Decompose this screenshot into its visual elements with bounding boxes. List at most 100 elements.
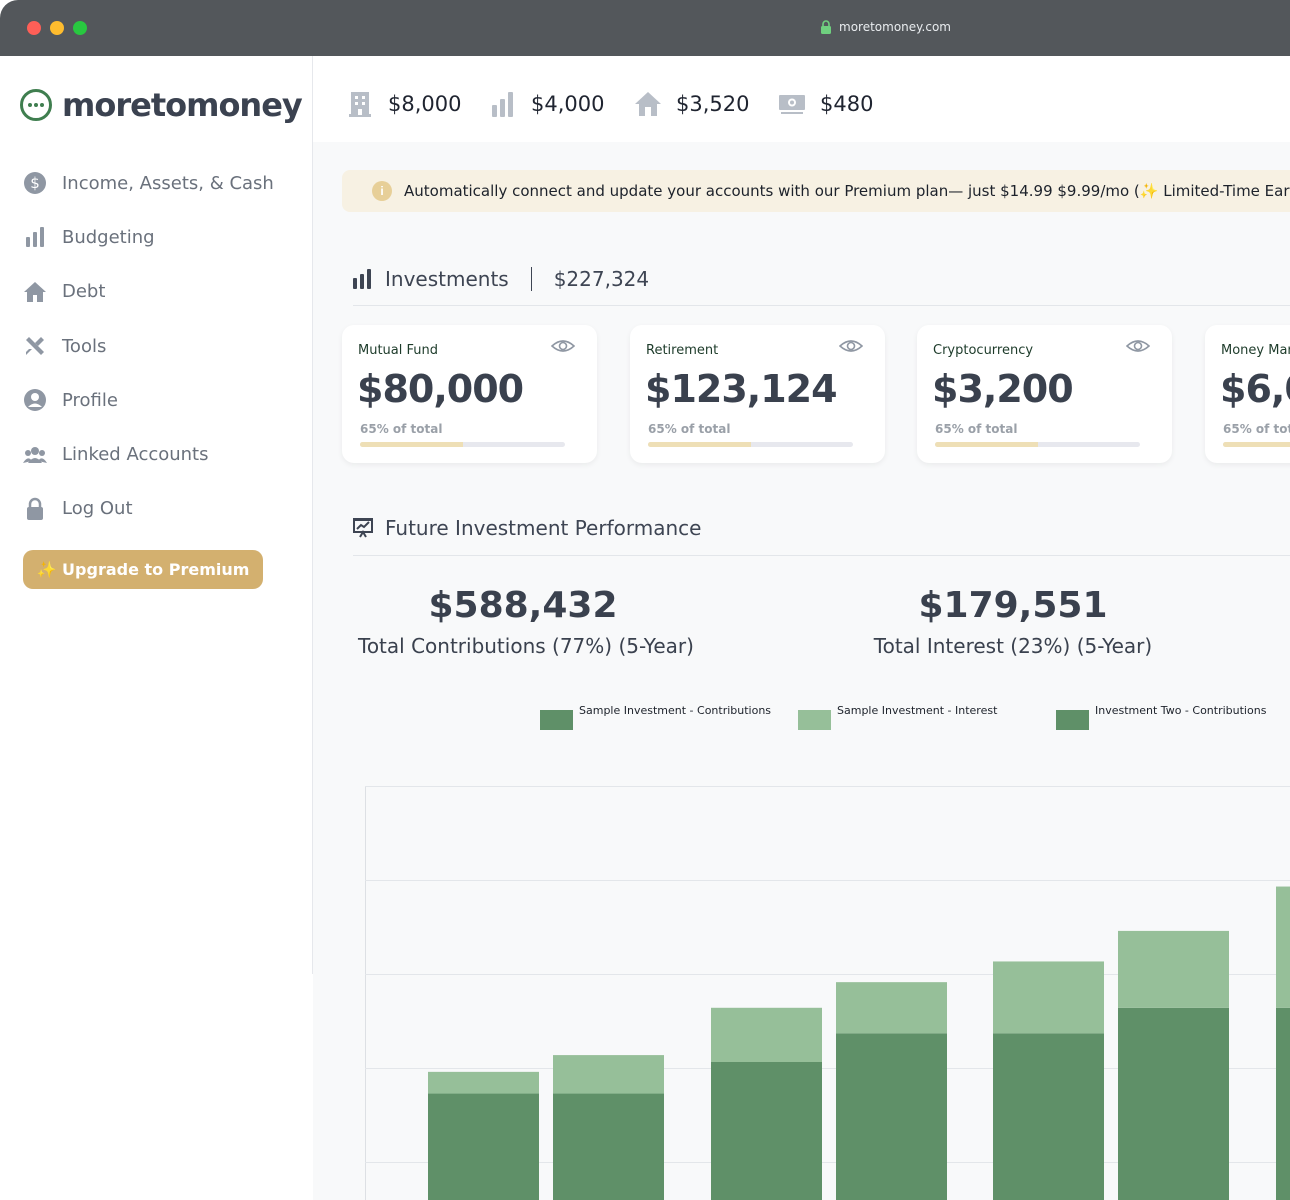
lock-icon	[821, 20, 831, 34]
card-progress-fill	[1223, 442, 1290, 447]
total-interest-stat: $179,551 Total Interest (23%) (5-Year)	[858, 585, 1168, 658]
investment-card-cryptocurrency[interactable]: Cryptocurrency $3,200 65% of total	[917, 325, 1172, 463]
performance-chart	[365, 786, 1290, 1200]
premium-banner[interactable]: i Automatically connect and update your …	[342, 170, 1290, 212]
logo-icon	[20, 89, 52, 121]
cash-icon	[779, 95, 805, 114]
user-icon	[22, 387, 48, 413]
card-label: Cryptocurrency	[933, 343, 1034, 358]
card-label: Money Market	[1221, 343, 1290, 358]
bar-interest-1[interactable]	[428, 1071, 539, 1094]
eye-icon[interactable]	[1126, 336, 1150, 356]
legend-swatch	[540, 710, 573, 730]
window-minimize-button[interactable]	[50, 21, 64, 35]
sidebar-item-income[interactable]: $ Income, Assets, & Cash	[22, 156, 302, 210]
card-progress-fill	[648, 442, 751, 447]
summary-value: $4,000	[531, 92, 605, 116]
bar-contributions-1[interactable]	[428, 1093, 539, 1200]
sidebar-item-label: Budgeting	[62, 226, 155, 248]
bar-contributions-6[interactable]	[1118, 1007, 1229, 1200]
bar-interest-3[interactable]	[711, 1007, 822, 1062]
summary-value: $480	[820, 92, 874, 116]
bar-chart-icon	[22, 224, 48, 250]
investments-title: Investments	[385, 267, 509, 291]
card-percent: 65% of total	[935, 422, 1018, 436]
sidebar-item-label: Profile	[62, 389, 118, 411]
card-progress-fill	[360, 442, 463, 447]
card-progress	[935, 442, 1140, 447]
investment-card-retirement[interactable]: Retirement $123,124 65% of total	[630, 325, 885, 463]
bar-contributions-7[interactable]	[1276, 1007, 1290, 1200]
investment-card-mutual-fund[interactable]: Mutual Fund $80,000 65% of total	[342, 325, 597, 463]
card-percent: 65% of total	[648, 422, 731, 436]
stat-label: Total Contributions (77%) (5-Year)	[358, 634, 694, 658]
sidebar-item-label: Income, Assets, & Cash	[62, 172, 274, 194]
sidebar-nav: $ Income, Assets, & Cash Budgeting Debt …	[22, 156, 302, 536]
summary-assets: $8,000	[346, 90, 461, 118]
stat-value: $588,432	[428, 585, 618, 626]
legend-label: Sample Investment - Contributions	[579, 704, 772, 717]
bar-contributions-4[interactable]	[836, 1033, 947, 1200]
investments-total: $227,324	[553, 267, 650, 291]
bar-contributions-2[interactable]	[553, 1093, 664, 1200]
card-label: Mutual Fund	[358, 343, 438, 358]
sidebar: moretomoney $ Income, Assets, & Cash Bud…	[0, 56, 313, 974]
summary-budget: $4,000	[489, 90, 604, 118]
sidebar-item-linked-accounts[interactable]: Linked Accounts	[22, 427, 302, 481]
presentation-chart-icon	[353, 518, 373, 538]
window-close-button[interactable]	[27, 21, 41, 35]
upgrade-button[interactable]: ✨ Upgrade to Premium	[23, 550, 263, 589]
section-divider	[353, 555, 1290, 556]
bar-interest-5[interactable]	[993, 961, 1104, 1034]
sidebar-item-label: Log Out	[62, 498, 133, 520]
header-divider	[530, 267, 532, 291]
summary-cash: $480	[778, 90, 873, 118]
performance-header: Future Investment Performance	[353, 516, 701, 540]
investments-header: Investments $227,324	[353, 267, 649, 291]
stat-value: $179,551	[918, 585, 1108, 626]
legend-item[interactable]: Sample Investment - Interest	[798, 704, 997, 730]
main-content: i Automatically connect and update your …	[313, 142, 1290, 1200]
sidebar-item-budgeting[interactable]: Budgeting	[22, 210, 302, 264]
sidebar-item-profile[interactable]: Profile	[22, 373, 302, 427]
bar-contributions-5[interactable]	[993, 1033, 1104, 1200]
users-icon	[22, 442, 48, 468]
summary-bar: $8,000 $4,000 $3,520 $480	[313, 56, 1290, 142]
window-maximize-button[interactable]	[73, 21, 87, 35]
bar-interest-2[interactable]	[553, 1055, 664, 1094]
sidebar-item-label: Linked Accounts	[62, 444, 209, 466]
sidebar-item-tools[interactable]: Tools	[22, 319, 302, 373]
performance-title: Future Investment Performance	[385, 516, 702, 540]
dollar-circle-icon: $	[22, 170, 48, 196]
address-bar[interactable]: moretomoney.com	[820, 20, 951, 34]
card-value: $80,000	[357, 367, 524, 411]
sidebar-item-debt[interactable]: Debt	[22, 265, 302, 319]
legend-item[interactable]: Sample Investment - Contributions	[540, 704, 771, 730]
sidebar-item-log-out[interactable]: Log Out	[22, 482, 302, 536]
stat-label: Total Interest (23%) (5-Year)	[873, 634, 1153, 658]
sidebar-item-label: Debt	[62, 281, 106, 303]
svg-text:$: $	[30, 174, 40, 192]
building-icon	[349, 92, 371, 117]
brand-name: moretomoney	[62, 86, 303, 124]
card-value: $3,200	[932, 367, 1074, 411]
eye-icon[interactable]	[839, 336, 863, 356]
brand-logo[interactable]: moretomoney	[20, 86, 303, 124]
lock-icon	[22, 496, 48, 522]
legend-item[interactable]: Investment Two - Contributions	[1056, 704, 1266, 730]
bar-chart-icon	[492, 92, 513, 117]
bar-chart-icon	[353, 269, 371, 289]
section-divider	[353, 305, 1290, 306]
legend-label: Sample Investment - Interest	[837, 704, 998, 717]
eye-icon[interactable]	[551, 336, 575, 356]
house-icon	[635, 92, 661, 116]
legend-swatch	[1056, 710, 1089, 730]
bar-interest-6[interactable]	[1118, 930, 1229, 1008]
card-progress	[1223, 442, 1290, 447]
bar-contributions-3[interactable]	[711, 1062, 822, 1200]
card-progress	[360, 442, 565, 447]
summary-value: $8,000	[388, 92, 462, 116]
bar-interest-7[interactable]	[1276, 886, 1290, 1008]
bar-interest-4[interactable]	[836, 982, 947, 1034]
investment-card-money-market[interactable]: Money Market $6,000 65% of total	[1205, 325, 1290, 463]
